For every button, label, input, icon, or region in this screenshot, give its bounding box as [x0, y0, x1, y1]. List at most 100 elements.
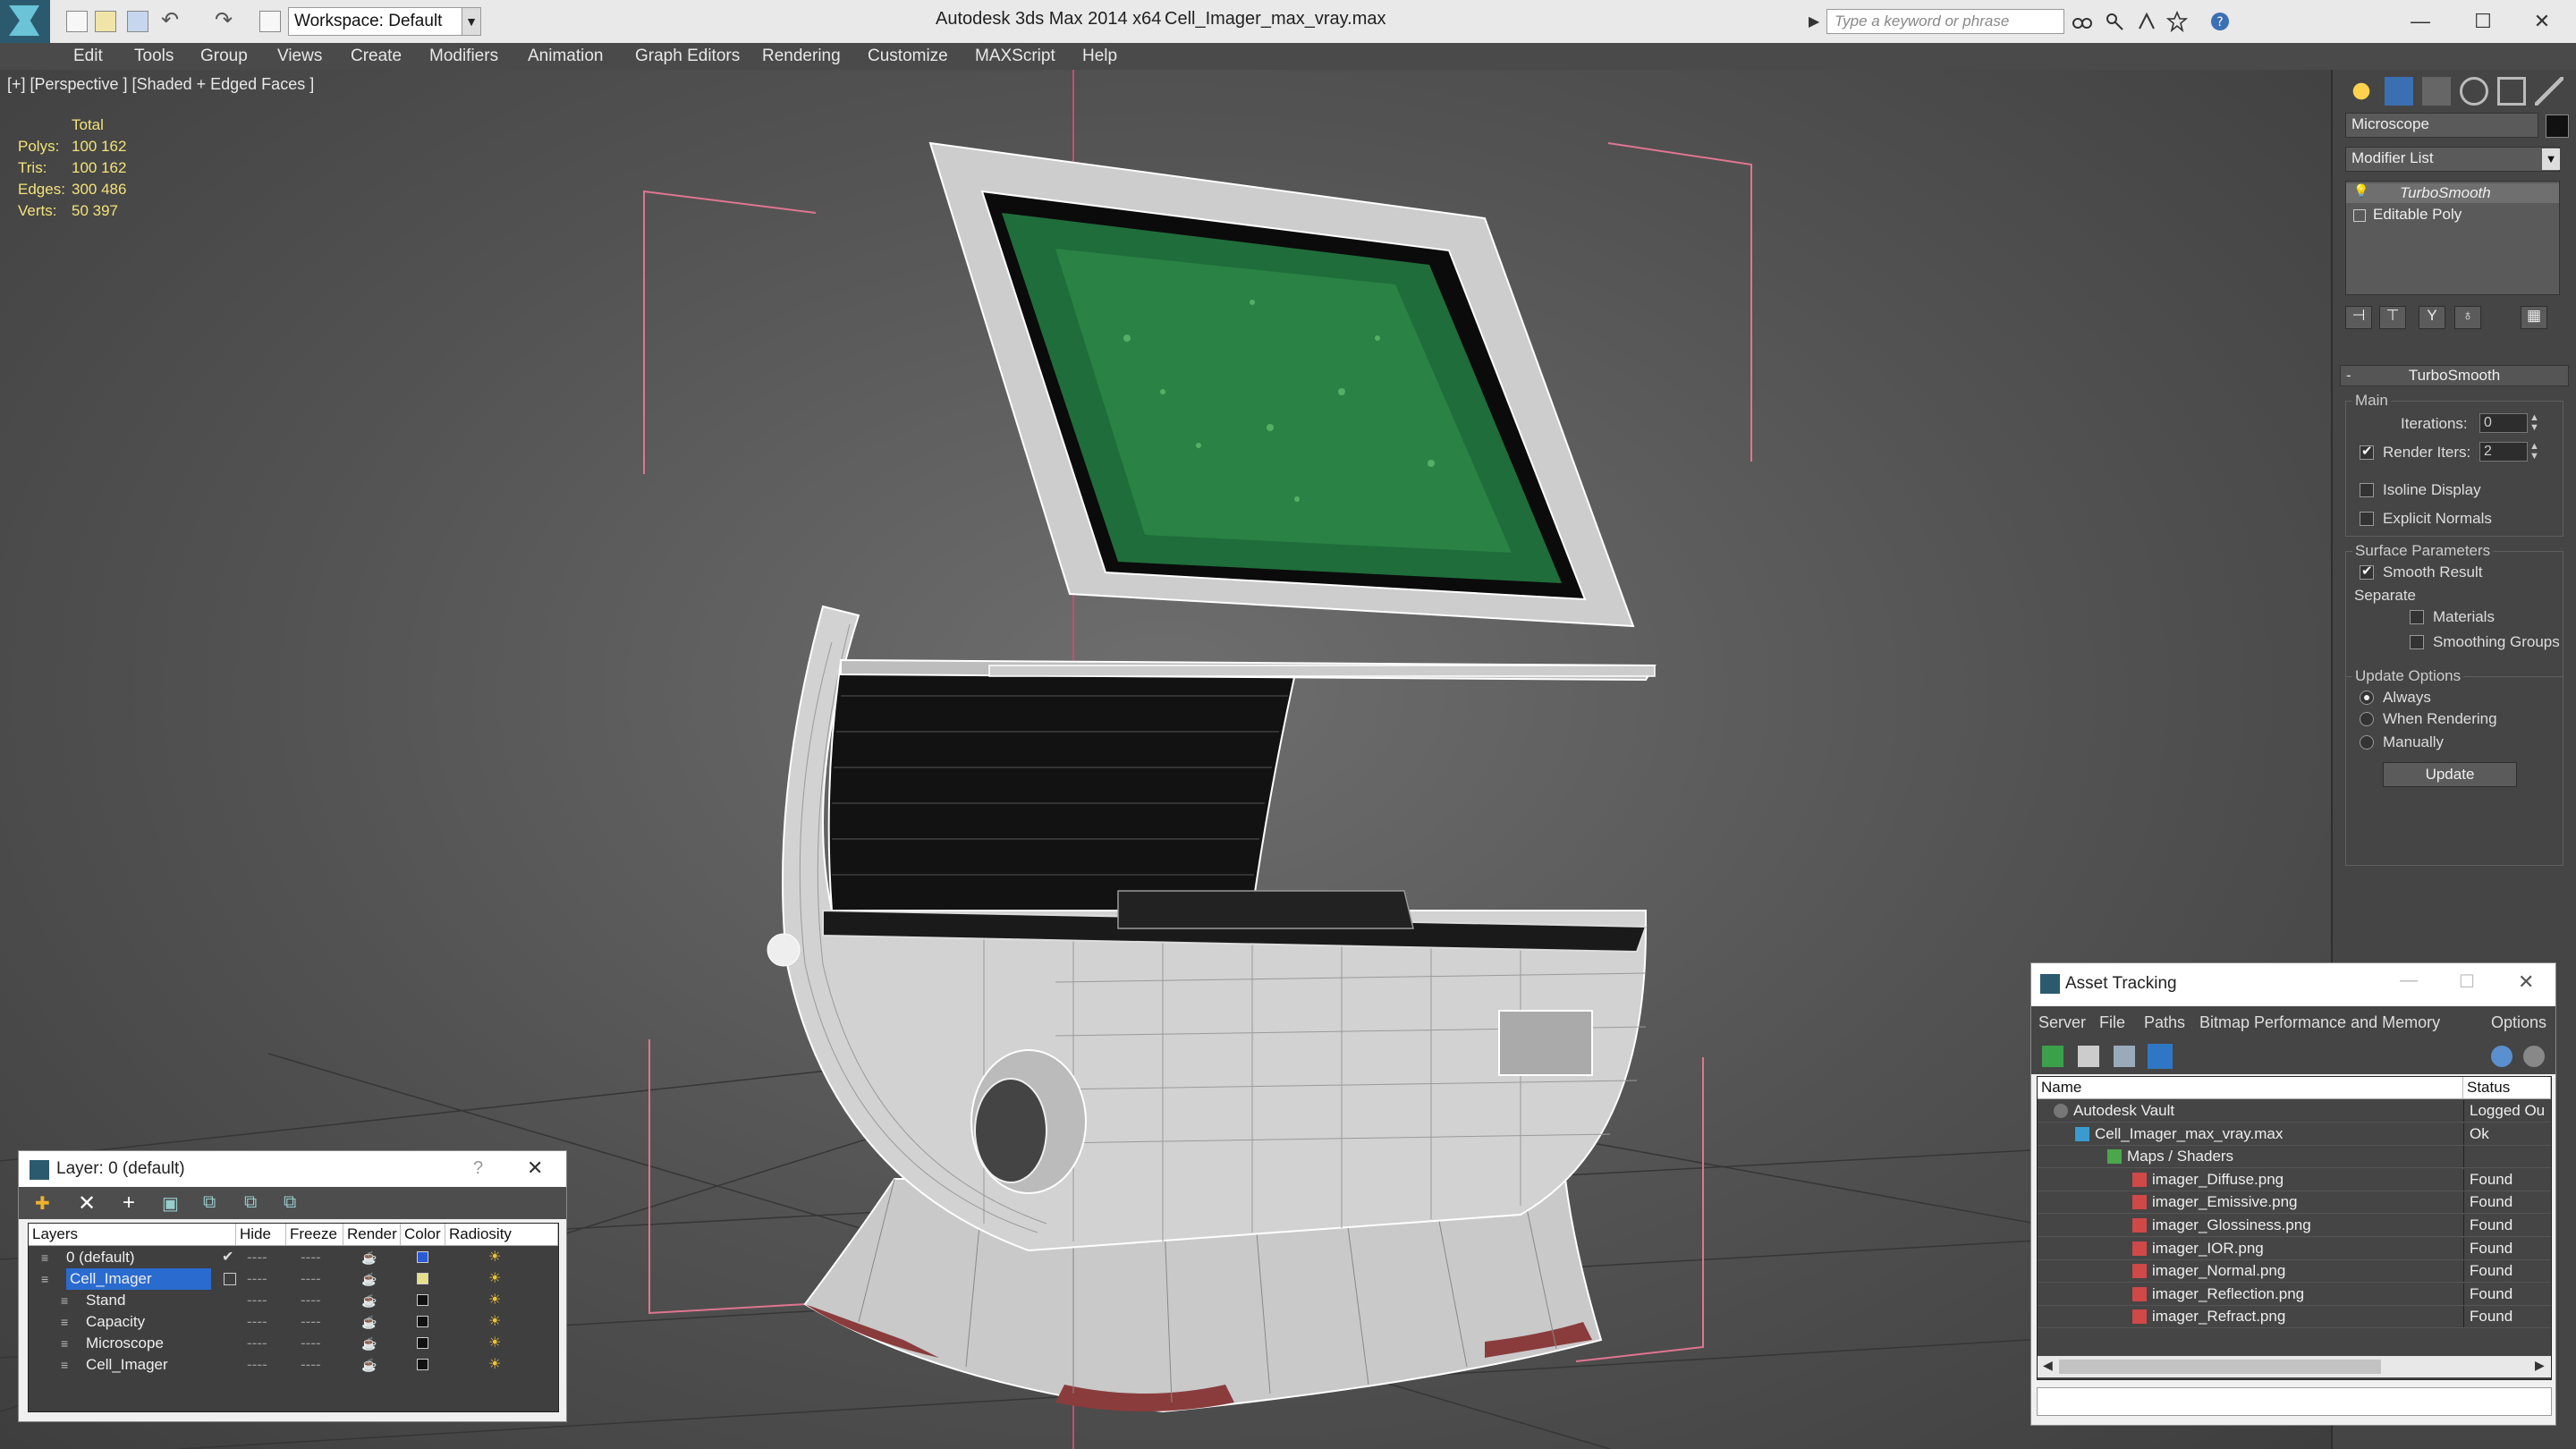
asset-row[interactable]: imager_Normal.png Found — [2038, 1260, 2551, 1284]
open-file-icon[interactable] — [95, 11, 116, 32]
hide-unhide-icon[interactable]: ⧉ — [244, 1192, 257, 1213]
turbosmooth-rollout-header[interactable]: - TurboSmooth — [2340, 365, 2569, 386]
asset-row[interactable]: imager_IOR.png Found — [2038, 1237, 2551, 1260]
close-button[interactable]: ✕ — [2518, 970, 2534, 994]
workspace-dropdown[interactable]: Workspace: Default — [288, 7, 467, 36]
radiosity-icon[interactable]: ☀ — [488, 1354, 501, 1376]
close-button[interactable]: ✕ — [527, 1157, 543, 1180]
highlight-layer-icon[interactable]: ⧉ — [203, 1192, 216, 1213]
freeze-toggle[interactable]: ---- — [301, 1290, 321, 1311]
freeze-toggle[interactable]: ---- — [301, 1268, 321, 1290]
redo-icon[interactable]: ↷ — [215, 7, 233, 33]
modifier-list-dropdown[interactable]: Modifier List — [2345, 147, 2560, 172]
layer-row[interactable]: ≡ Cell_Imager ---- ---- ☕ ☀ — [29, 1354, 558, 1376]
menu-graph-editors[interactable]: Graph Editors — [635, 47, 740, 66]
asset-row[interactable]: imager_Glossiness.png Found — [2038, 1215, 2551, 1237]
teapot-icon[interactable]: ☕ — [361, 1290, 377, 1311]
project-folder-icon[interactable] — [259, 11, 281, 32]
show-end-result-button[interactable]: ⊤ — [2379, 306, 2406, 329]
star-icon[interactable] — [2166, 11, 2188, 32]
binoculars-icon[interactable] — [2072, 11, 2093, 32]
layer-color-swatch[interactable] — [417, 1251, 428, 1263]
refresh-icon[interactable] — [2042, 1046, 2063, 1067]
stack-item-turbosmooth[interactable]: 💡 TurboSmooth — [2346, 183, 2559, 203]
save-file-icon[interactable] — [127, 11, 148, 32]
teapot-icon[interactable]: ☕ — [361, 1354, 377, 1376]
layer-color-swatch[interactable] — [417, 1316, 428, 1327]
help-about-icon[interactable] — [2523, 1046, 2545, 1067]
modify-tab-icon[interactable] — [2385, 77, 2413, 106]
menu-rendering[interactable]: Rendering — [762, 47, 841, 66]
lightbulb-icon[interactable]: 💡 — [2353, 183, 2368, 199]
menu-group[interactable]: Group — [200, 47, 248, 66]
asset-row[interactable]: Cell_Imager_max_vray.max Ok — [2038, 1123, 2551, 1146]
asset-dialog-titlebar[interactable]: Asset Tracking — ☐ ✕ — [2031, 963, 2555, 1006]
layer-color-swatch[interactable] — [417, 1294, 428, 1306]
display-tab-icon[interactable] — [2497, 77, 2526, 106]
asset-row[interactable]: imager_Diffuse.png Found — [2038, 1168, 2551, 1191]
communication-icon[interactable] — [2136, 11, 2157, 32]
help-button[interactable]: ? — [473, 1158, 483, 1179]
help-icon[interactable]: ? — [2209, 11, 2231, 32]
delete-layer-icon[interactable]: ✕ — [78, 1191, 96, 1216]
menu-help[interactable]: Help — [1082, 47, 1117, 66]
tree-view-icon[interactable] — [2114, 1046, 2135, 1067]
spinner-arrows-icon[interactable]: ▲ ▼ — [2529, 442, 2539, 462]
stack-item-editable-poly[interactable]: Editable Poly — [2346, 205, 2559, 225]
active-layer-check-icon[interactable]: ✔ — [222, 1247, 233, 1268]
add-to-layer-icon[interactable]: + — [123, 1191, 135, 1216]
search-expand-icon[interactable]: ▶ — [1809, 13, 1819, 30]
undo-icon[interactable]: ↶ — [161, 7, 179, 33]
minimize-button[interactable]: — — [2400, 970, 2418, 991]
asset-row[interactable]: imager_Refract.png Found — [2038, 1306, 2551, 1329]
asset-row[interactable]: Autodesk Vault Logged Ou — [2038, 1100, 2551, 1123]
active-layer-box[interactable] — [224, 1273, 236, 1285]
table-view-icon[interactable] — [2148, 1044, 2173, 1069]
layer-name[interactable]: Cell_Imager — [86, 1354, 168, 1376]
hide-toggle[interactable]: ---- — [247, 1290, 267, 1311]
asset-row[interactable]: Maps / Shaders — [2038, 1146, 2551, 1169]
hide-toggle[interactable]: ---- — [247, 1268, 267, 1290]
hierarchy-tab-icon[interactable] — [2422, 77, 2451, 106]
teapot-icon[interactable]: ☕ — [361, 1333, 377, 1354]
menu-options[interactable]: Options — [2491, 1013, 2546, 1032]
layer-grid[interactable]: Layers Hide Freeze Render Color Radiosit… — [28, 1223, 559, 1412]
layer-name[interactable]: Capacity — [86, 1311, 145, 1333]
maximize-button[interactable]: ☐ — [2456, 4, 2510, 39]
radiosity-icon[interactable]: ☀ — [488, 1311, 501, 1333]
materials-checkbox[interactable] — [2410, 610, 2424, 624]
asset-row[interactable]: imager_Emissive.png Found — [2038, 1191, 2551, 1215]
layer-name[interactable]: 0 (default) — [66, 1247, 135, 1268]
object-name-field[interactable]: Microscope — [2345, 113, 2538, 138]
menu-tools[interactable]: Tools — [134, 47, 174, 66]
hide-toggle[interactable]: ---- — [247, 1333, 267, 1354]
when-rendering-radio[interactable] — [2360, 712, 2374, 726]
remove-modifier-icon[interactable]: ♁ — [2454, 306, 2481, 329]
layer-dialog-titlebar[interactable]: Layer: 0 (default) ? ✕ — [19, 1151, 566, 1187]
new-file-icon[interactable] — [66, 11, 88, 32]
new-layer-icon[interactable]: ✚ — [35, 1192, 50, 1215]
menu-maxscript[interactable]: MAXScript — [975, 47, 1055, 66]
expand-icon[interactable] — [2353, 209, 2366, 222]
layer-row[interactable]: ≡ Microscope ---- ---- ☕ ☀ — [29, 1333, 558, 1354]
layer-row[interactable]: ≡ Cell_Imager ---- ---- ☕ ☀ — [29, 1268, 558, 1290]
menu-bitmap-performance[interactable]: Bitmap Performance and Memory — [2199, 1013, 2440, 1032]
freeze-toggle[interactable]: ---- — [301, 1311, 321, 1333]
modifier-stack[interactable]: 💡 TurboSmooth Editable Poly — [2345, 181, 2560, 295]
pin-stack-button[interactable]: ⊣ — [2345, 306, 2372, 329]
menu-server[interactable]: Server — [2038, 1013, 2086, 1032]
minimize-button[interactable]: — — [2394, 4, 2447, 39]
menu-modifiers[interactable]: Modifiers — [429, 47, 498, 66]
make-unique-button[interactable]: Y — [2419, 306, 2445, 329]
layer-row[interactable]: ≡ Stand ---- ---- ☕ ☀ — [29, 1290, 558, 1311]
menu-customize[interactable]: Customize — [868, 47, 948, 66]
menu-animation[interactable]: Animation — [528, 47, 604, 66]
scroll-left-icon[interactable]: ◀ — [2043, 1358, 2053, 1373]
menu-paths[interactable]: Paths — [2144, 1013, 2185, 1032]
layer-name[interactable]: Microscope — [86, 1333, 164, 1354]
teapot-icon[interactable]: ☕ — [361, 1247, 377, 1268]
asset-row[interactable]: imager_Reflection.png Found — [2038, 1283, 2551, 1306]
always-radio[interactable] — [2360, 691, 2374, 705]
help-icon[interactable] — [2491, 1046, 2512, 1067]
chevron-down-icon[interactable]: ▼ — [2542, 148, 2560, 170]
